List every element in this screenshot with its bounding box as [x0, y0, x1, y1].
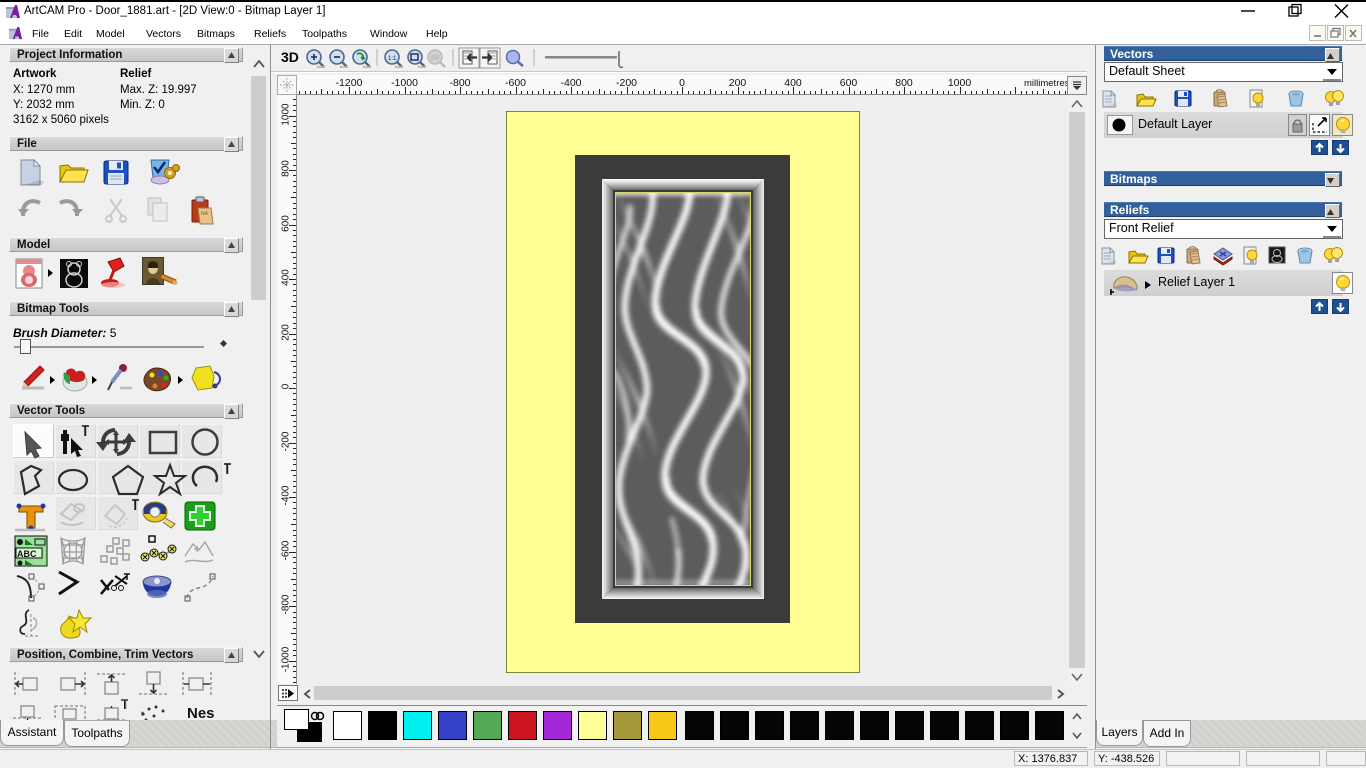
- svg-text:ABC: ABC: [17, 549, 37, 559]
- svg-text:a: a: [140, 710, 146, 718]
- svg-text:NA: NA: [201, 211, 209, 217]
- svg-text:1:1: 1:1: [388, 56, 397, 62]
